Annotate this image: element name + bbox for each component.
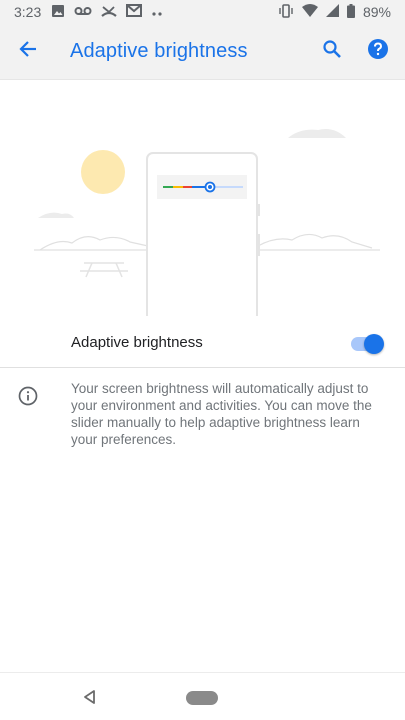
triangle-back-icon [82,690,98,709]
sun-shape [81,150,125,194]
nav-home-button[interactable] [186,691,218,705]
cell-signal-icon [325,4,339,20]
battery-icon [346,3,355,21]
arrow-back-icon [18,39,38,64]
notification-icons [51,4,163,21]
adaptive-brightness-illustration [0,80,405,322]
info-description: Your screen brightness will automaticall… [71,381,372,447]
back-button[interactable] [0,24,56,80]
nav-back-button[interactable] [82,689,98,705]
setting-label: Adaptive brightness [71,334,203,351]
info-icon [18,386,38,448]
info-icon-container [0,380,56,448]
info-row: Your screen brightness will automaticall… [0,380,405,448]
status-bar: 3:23 89% [0,0,405,24]
help-button[interactable] [355,24,401,80]
voicemail-icon [74,4,92,20]
vibrate-icon [278,3,294,21]
missed-call-icon [101,4,117,21]
wifi-icon [301,4,318,20]
gmail-icon [126,4,143,20]
cloud-right [288,129,346,138]
help-icon [367,38,389,65]
switch-thumb [364,334,384,354]
status-time: 3:23 [14,4,42,20]
more-notifications-icon [151,4,163,20]
navigation-bar [0,672,405,720]
search-button[interactable] [309,24,355,80]
adaptive-brightness-toggle-row[interactable]: Adaptive brightness [0,318,405,368]
page-title: Adaptive brightness [70,40,248,62]
system-status: 89% [278,3,391,21]
search-icon [322,39,342,64]
adaptive-brightness-switch[interactable] [351,333,385,354]
image-icon [51,4,65,21]
picnic-table-shape [80,262,128,278]
battery-percentage: 89% [362,4,391,20]
settings-screen: 3:23 89% Adaptive brightness Adaptive br… [0,0,405,720]
app-bar: Adaptive brightness [0,24,405,80]
app-bar-actions [309,24,405,80]
cloud-left [38,212,74,218]
